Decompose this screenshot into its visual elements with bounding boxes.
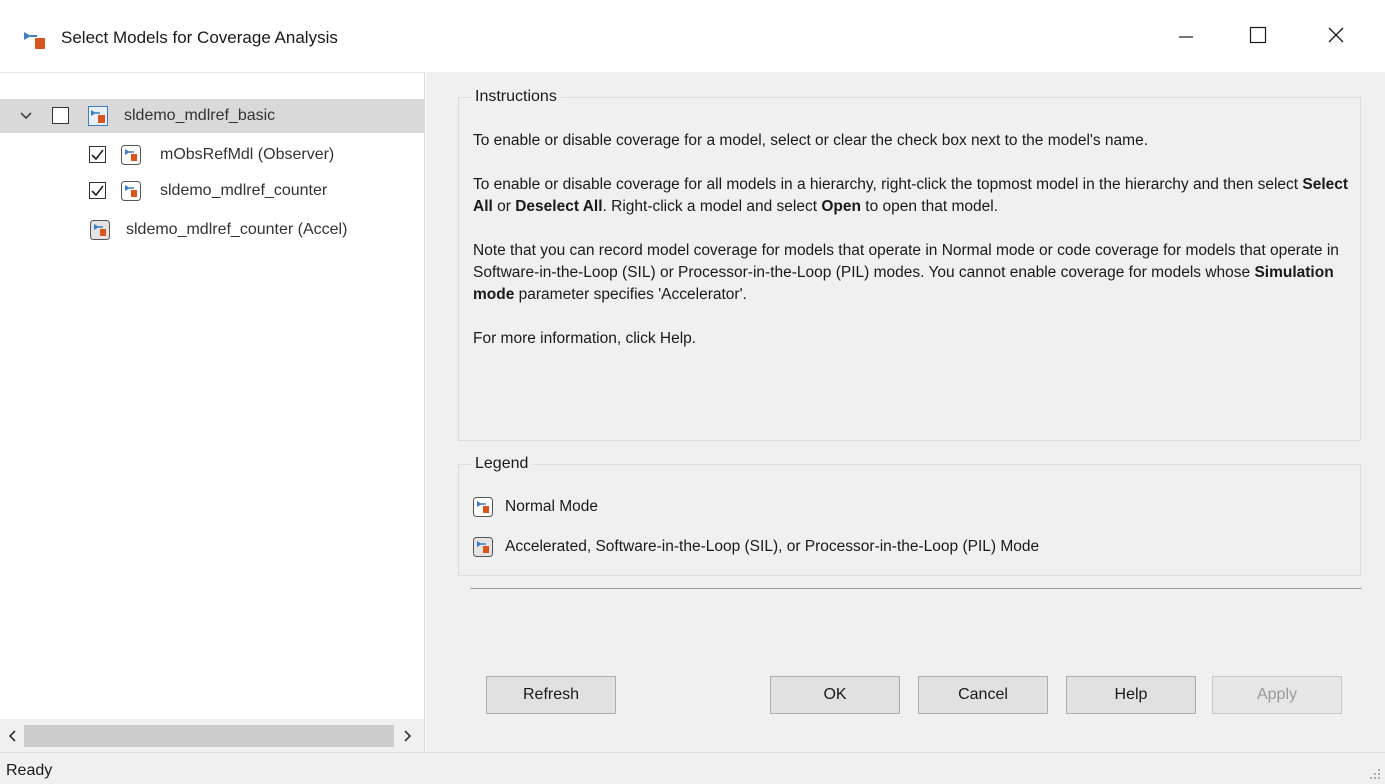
instructions-paragraph: To enable or disable coverage for a mode… (473, 132, 1148, 149)
scrollbar-thumb[interactable] (24, 725, 394, 747)
instructions-text: To enable or disable coverage for a mode… (473, 130, 1363, 372)
minimize-icon (1179, 36, 1193, 38)
instructions-group: Instructions To enable or disable covera… (458, 88, 1363, 441)
tree-item-label: sldemo_mdlref_counter (160, 182, 328, 199)
help-button[interactable]: Help (1066, 676, 1196, 714)
maximize-icon (1249, 26, 1267, 44)
refresh-button[interactable]: Refresh (486, 676, 616, 714)
instructions-paragraph: To enable or disable coverage for all mo… (473, 176, 1349, 215)
model-icon (473, 537, 493, 557)
horizontal-scrollbar[interactable] (0, 719, 424, 753)
tree-item-sldemo-mdlref-basic[interactable]: sldemo_mdlref_basic (0, 99, 424, 133)
check-icon (91, 185, 104, 197)
instructions-paragraph: Note that you can record model coverage … (473, 242, 1339, 303)
legend-label: Normal Mode (505, 498, 599, 515)
check-icon (91, 149, 104, 161)
legend-item-normal: Normal Mode (473, 497, 598, 517)
maximize-button[interactable] (1230, 12, 1286, 58)
tree-item-sldemo-mdlref-counter[interactable]: sldemo_mdlref_counter (0, 174, 424, 208)
close-icon (1328, 27, 1344, 43)
tree-item-sldemo-mdlref-counter-accel[interactable]: sldemo_mdlref_counter (Accel) (0, 213, 424, 247)
status-bar: Ready (0, 752, 1385, 784)
tree-item-label: mObsRefMdl (Observer) (160, 146, 335, 163)
model-icon (121, 145, 141, 165)
divider (470, 588, 1362, 589)
scroll-right-icon[interactable] (400, 727, 416, 745)
model-checkbox[interactable] (52, 107, 69, 124)
chevron-down-icon[interactable] (18, 108, 34, 124)
legend-item-accelerated: Accelerated, Software-in-the-Loop (SIL),… (473, 537, 1039, 557)
model-icon (473, 497, 493, 517)
apply-button[interactable]: Apply (1212, 676, 1342, 714)
close-button[interactable] (1308, 12, 1364, 58)
scroll-left-icon[interactable] (4, 727, 20, 745)
legend-title: Legend (471, 455, 533, 473)
legend-label: Accelerated, Software-in-the-Loop (SIL),… (505, 538, 1040, 555)
minimize-button[interactable] (1158, 12, 1214, 58)
model-icon (121, 181, 141, 201)
instructions-paragraph: For more information, click Help. (473, 330, 697, 347)
ok-button[interactable]: OK (770, 676, 900, 714)
model-tree-panel: sldemo_mdlref_basic mObsRefMdl (Observer… (0, 72, 425, 753)
model-checkbox[interactable] (89, 182, 106, 199)
status-text: Ready (6, 762, 53, 779)
tree-item-mobsrefmdl[interactable]: mObsRefMdl (Observer) (0, 138, 424, 172)
model-checkbox[interactable] (89, 146, 106, 163)
window-title: Select Models for Coverage Analysis (61, 28, 338, 47)
tree-item-label: sldemo_mdlref_basic (124, 107, 276, 124)
title-bar: Select Models for Coverage Analysis (0, 0, 1385, 72)
cancel-button[interactable]: Cancel (918, 676, 1048, 714)
tree-item-label: sldemo_mdlref_counter (Accel) (126, 221, 348, 238)
resize-grip-icon[interactable] (1369, 768, 1381, 780)
instructions-title: Instructions (471, 88, 561, 106)
details-panel: Instructions To enable or disable covera… (426, 72, 1385, 752)
app-icon (22, 28, 46, 50)
model-icon (88, 106, 108, 126)
model-icon (90, 220, 110, 240)
legend-group: Legend Normal Mode Accelerated, Software… (458, 455, 1361, 576)
